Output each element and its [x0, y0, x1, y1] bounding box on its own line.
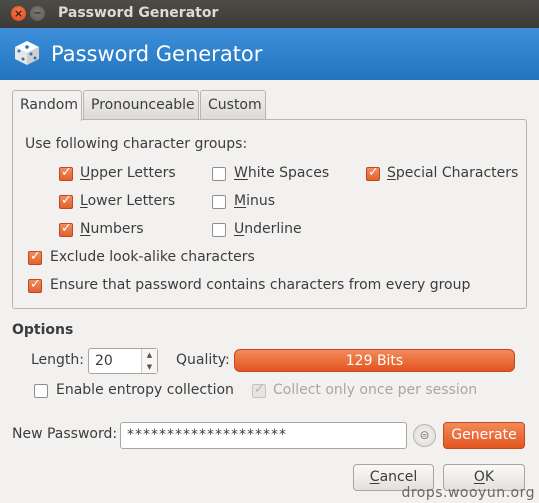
new-password-field[interactable]: ********************	[120, 422, 407, 449]
collect-once-checkbox	[252, 382, 266, 398]
options-title: Options	[12, 322, 74, 338]
banner-title: Password Generator	[51, 42, 263, 66]
lower-letters-label[interactable]: Lower Letters	[80, 193, 175, 209]
collect-once-label: Collect only once per session	[273, 382, 478, 398]
entropy-checkbox[interactable]	[34, 384, 48, 398]
window-titlebar: × − Password Generator	[0, 0, 539, 28]
underline-checkbox[interactable]	[212, 223, 226, 237]
window-close-button[interactable]: ×	[11, 6, 26, 21]
dice-icon	[15, 41, 39, 65]
tab-custom[interactable]: Custom	[200, 90, 266, 120]
spin-arrows-icon[interactable]: ▲ ▼	[141, 349, 157, 373]
quality-bar: 129 Bits	[234, 349, 515, 372]
window-minimize-button[interactable]: −	[30, 6, 45, 21]
upper-letters-checkbox[interactable]	[59, 165, 73, 181]
exclude-lookalike-checkbox[interactable]	[28, 249, 42, 265]
minus-label[interactable]: Minus	[234, 193, 275, 209]
tab-random[interactable]: Random	[12, 90, 82, 121]
white-spaces-checkbox[interactable]	[212, 167, 226, 181]
length-value[interactable]: 20	[95, 353, 113, 369]
length-label: Length:	[31, 352, 85, 368]
window-title: Password Generator	[58, 5, 219, 21]
minus-checkbox[interactable]	[212, 195, 226, 209]
header-banner: Password Generator	[0, 28, 539, 80]
exclude-lookalike-label[interactable]: Exclude look-alike characters	[50, 249, 255, 265]
new-password-label: New Password:	[12, 426, 118, 442]
ensure-every-group-checkbox[interactable]	[28, 277, 42, 293]
upper-letters-label[interactable]: Upper Letters	[80, 165, 176, 181]
watermark: drops.wooyun.org	[401, 485, 535, 501]
special-characters-checkbox[interactable]	[366, 165, 380, 181]
tab-pronounceable[interactable]: Pronounceable	[83, 90, 199, 120]
character-groups-label: Use following character groups:	[25, 136, 248, 152]
reveal-password-icon[interactable]: ⊜	[413, 424, 436, 447]
lower-letters-checkbox[interactable]	[59, 193, 73, 209]
numbers-label[interactable]: Numbers	[80, 221, 144, 237]
entropy-label[interactable]: Enable entropy collection	[56, 382, 234, 398]
ensure-every-group-label[interactable]: Ensure that password contains characters…	[50, 277, 470, 293]
special-characters-label[interactable]: Special Characters	[387, 165, 518, 181]
numbers-checkbox[interactable]	[59, 221, 73, 237]
random-panel: Use following character groups: Upper Le…	[12, 119, 527, 309]
underline-label[interactable]: Underline	[234, 221, 302, 237]
generate-button[interactable]: Generate	[443, 422, 525, 449]
quality-label: Quality:	[176, 352, 230, 368]
length-spinbox[interactable]: 20 ▲ ▼	[88, 348, 158, 374]
white-spaces-label[interactable]: White Spaces	[234, 165, 329, 181]
